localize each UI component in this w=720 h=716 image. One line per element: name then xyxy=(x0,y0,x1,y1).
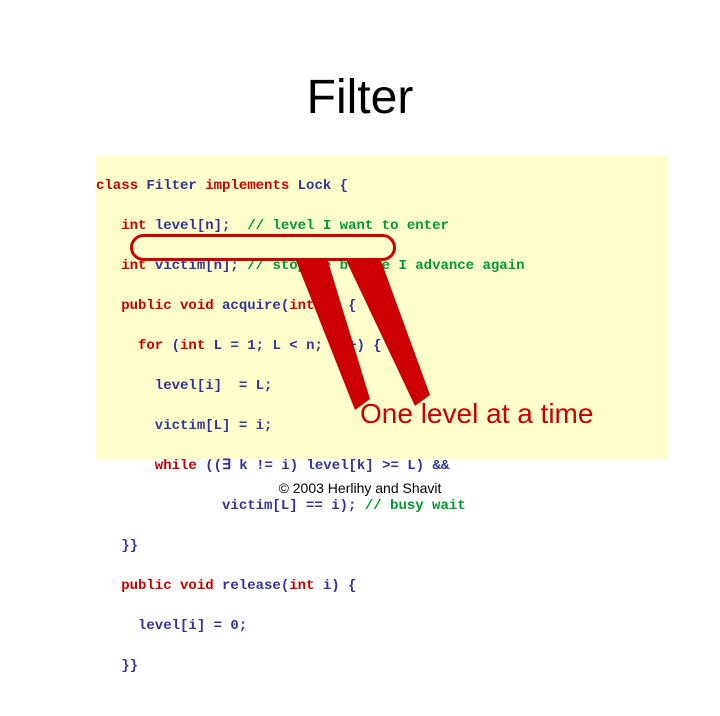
kw-class: class xyxy=(96,178,138,194)
code-line-6: level[i] = L; xyxy=(96,376,668,396)
code-line-2: int level[n]; // level I want to enter xyxy=(96,216,668,236)
code-line-11: public void release(int i) { xyxy=(96,576,668,596)
code-line-1: class Filter implements Lock { xyxy=(96,176,668,196)
code-line-9: victim[L] == i); // busy wait xyxy=(96,496,668,516)
copyright-footer: © 2003 Herlihy and Shavit xyxy=(0,480,720,496)
highlight-for-loop xyxy=(130,234,396,261)
kw-int: int xyxy=(180,338,205,354)
kw-implements: implements xyxy=(205,178,289,194)
comment: // level I want to enter xyxy=(247,218,449,234)
annotation-text: One level at a time xyxy=(360,398,593,430)
kw-public-void: public void xyxy=(96,298,214,314)
kw-int: int xyxy=(289,578,314,594)
code-line-8: while ((∃ k != i) level[k] >= L) && xyxy=(96,456,668,476)
kw-int: int xyxy=(96,218,146,234)
code-line-5: for (int L = 1; L < n; L++) { xyxy=(96,336,668,356)
code-line-13: }} xyxy=(96,656,668,676)
code-line-4: public void acquire(int i) { xyxy=(96,296,668,316)
kw-int: int xyxy=(289,298,314,314)
kw-for: for xyxy=(96,338,163,354)
slide-title: Filter xyxy=(0,70,720,125)
kw-public-void: public void xyxy=(96,578,214,594)
code-line-10: }} xyxy=(96,536,668,556)
kw-while: while xyxy=(96,458,197,474)
code-line-12: level[i] = 0; xyxy=(96,616,668,636)
comment: // busy wait xyxy=(365,498,466,514)
